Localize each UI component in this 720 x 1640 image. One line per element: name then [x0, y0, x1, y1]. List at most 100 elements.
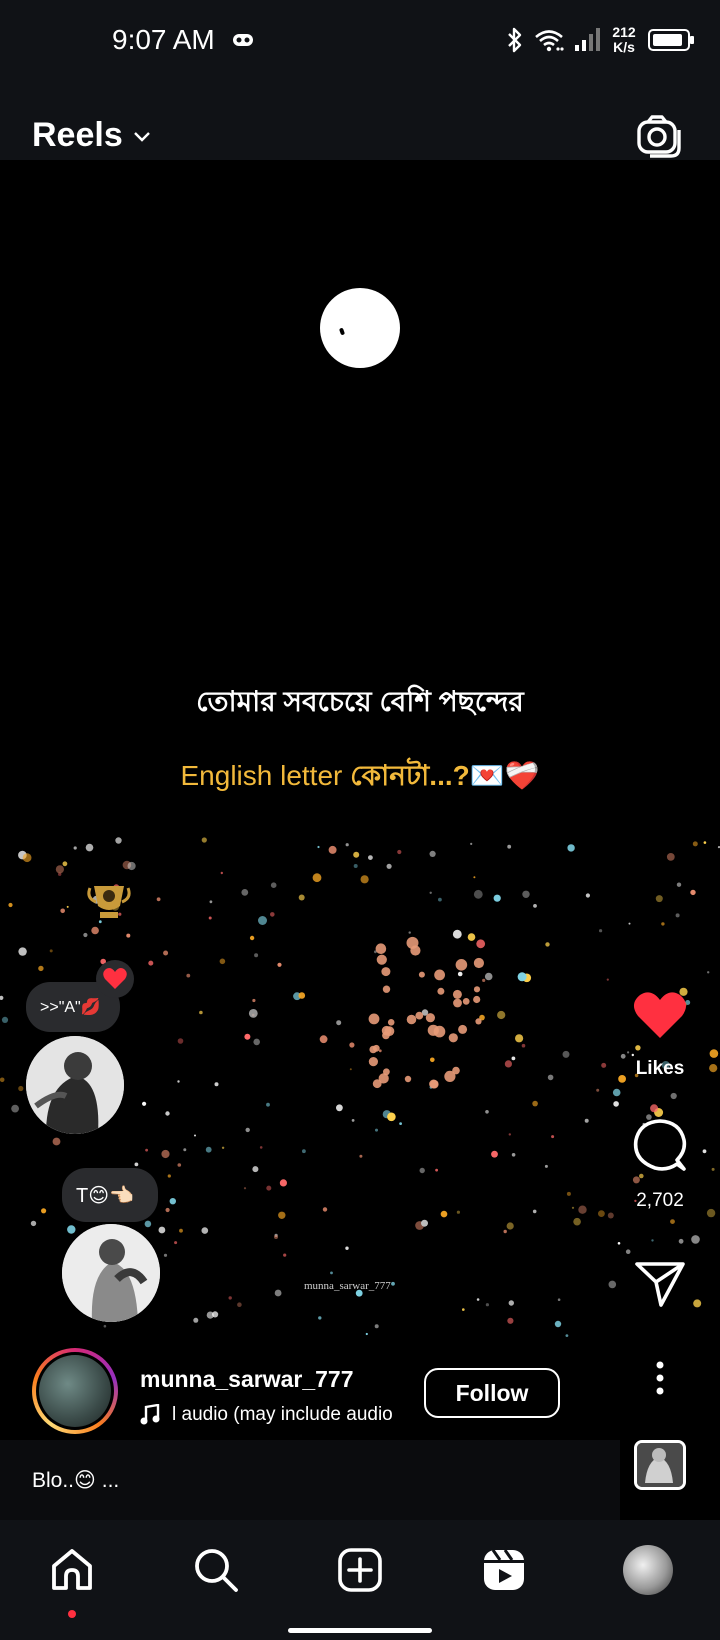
creator-avatar[interactable]: [32, 1348, 118, 1434]
friend-avatar[interactable]: [62, 1224, 160, 1322]
light-dot: [491, 1150, 498, 1158]
send-icon: [635, 1262, 685, 1307]
audio-thumbnail[interactable]: [634, 1440, 686, 1490]
status-bar: 9:07 AM 212 K/s: [0, 0, 720, 80]
light-dot: [387, 1019, 395, 1026]
light-dot: [163, 1253, 168, 1257]
game-controller-icon: [233, 34, 253, 46]
light-dot: [8, 902, 13, 908]
nav-home[interactable]: [44, 1542, 100, 1598]
light-dot: [18, 947, 27, 956]
light-dot: [165, 1111, 170, 1116]
light-dot: [612, 1088, 621, 1097]
light-dot: [317, 845, 320, 849]
light-dot: [243, 1187, 247, 1190]
light-dot: [228, 1296, 232, 1300]
light-dot: [148, 960, 154, 966]
light-dot: [473, 889, 483, 899]
light-dot: [163, 950, 169, 956]
light-dot: [345, 843, 349, 847]
light-dot: [322, 1207, 328, 1212]
light-dot: [382, 985, 391, 993]
nav-search[interactable]: [188, 1542, 244, 1598]
light-dot: [596, 1088, 600, 1092]
light-dot: [690, 889, 696, 896]
follow-button[interactable]: Follow: [424, 1368, 560, 1418]
nav-create[interactable]: [332, 1542, 388, 1598]
friend-photo: [26, 1036, 124, 1134]
more-vertical-icon: [656, 1361, 664, 1395]
light-dot: [493, 894, 501, 902]
light-dot: [507, 1317, 514, 1324]
video-caption-english: English letter: [180, 760, 351, 791]
light-dot: [177, 1163, 182, 1167]
light-dot: [429, 1079, 439, 1089]
light-dot: [453, 998, 462, 1008]
light-dot: [410, 945, 421, 956]
music-note-icon: [140, 1404, 160, 1425]
light-dot: [353, 851, 360, 858]
signal-icon: [575, 28, 600, 51]
comment-button[interactable]: [600, 1118, 720, 1177]
light-dot: [177, 1080, 180, 1083]
light-dot: [177, 1038, 184, 1044]
light-dot: [632, 1176, 640, 1184]
light-dot: [201, 837, 207, 843]
light-dot: [115, 837, 122, 844]
network-speed-unit: K/s: [613, 39, 635, 55]
light-dot: [194, 1134, 196, 1137]
bottom-nav: [0, 1520, 720, 1640]
creator-photo: [39, 1355, 111, 1427]
comment-count: 2,702: [636, 1190, 684, 1211]
light-dot: [353, 864, 358, 868]
creator-username[interactable]: munna_sarwar_777: [140, 1366, 354, 1393]
nav-reels[interactable]: [476, 1542, 532, 1598]
light-dot: [650, 1104, 659, 1113]
light-dot: [511, 1056, 516, 1061]
light-dot: [429, 850, 436, 857]
reel-caption: Blo..😊 ...: [32, 1469, 120, 1492]
light-dot: [406, 1014, 417, 1025]
light-dot: [369, 1045, 378, 1054]
light-dot: [241, 889, 249, 896]
light-dot: [298, 992, 306, 999]
light-dot: [252, 1166, 259, 1173]
light-dot: [415, 1011, 424, 1020]
light-dot: [174, 1241, 178, 1245]
light-dot: [435, 1168, 438, 1172]
friend-avatar[interactable]: [26, 1036, 124, 1134]
reels-title-dropdown[interactable]: Reels: [32, 116, 151, 155]
light-dot: [22, 853, 32, 863]
light-dot: [134, 1162, 139, 1167]
light-dot: [381, 967, 391, 977]
light-dot: [349, 1068, 352, 1071]
share-button[interactable]: [600, 1260, 720, 1313]
like-button[interactable]: [600, 990, 720, 1045]
floating-circle-overlay[interactable]: [320, 288, 400, 368]
light-dot: [248, 1009, 258, 1018]
light-dot: [430, 1057, 435, 1063]
light-dot: [473, 986, 481, 993]
light-dot: [455, 959, 468, 971]
light-dot: [545, 942, 550, 947]
camera-icon[interactable]: [636, 114, 682, 158]
nav-profile[interactable]: [620, 1542, 676, 1598]
more-options-button[interactable]: [600, 1360, 720, 1401]
light-dot: [368, 855, 373, 860]
status-time: 9:07 AM: [112, 24, 215, 55]
light-dot: [547, 1074, 554, 1081]
light-dot: [214, 1082, 219, 1087]
light-dot: [169, 1198, 176, 1205]
network-speed: 212 K/s: [610, 25, 638, 55]
light-dot: [259, 1146, 263, 1149]
creator-audio-link[interactable]: l audio (may include audio: [140, 1404, 393, 1426]
network-speed-value: 212: [612, 24, 636, 40]
light-dot: [506, 1222, 514, 1230]
light-dot: [517, 972, 527, 982]
light-dot: [617, 1242, 621, 1245]
light-dot: [199, 1010, 203, 1015]
light-dot: [462, 1308, 465, 1311]
friend-note-bubble[interactable]: T😊👈🏻: [62, 1168, 158, 1222]
light-dot: [49, 949, 53, 953]
caption-row[interactable]: Blo..😊 ...: [0, 1440, 620, 1520]
